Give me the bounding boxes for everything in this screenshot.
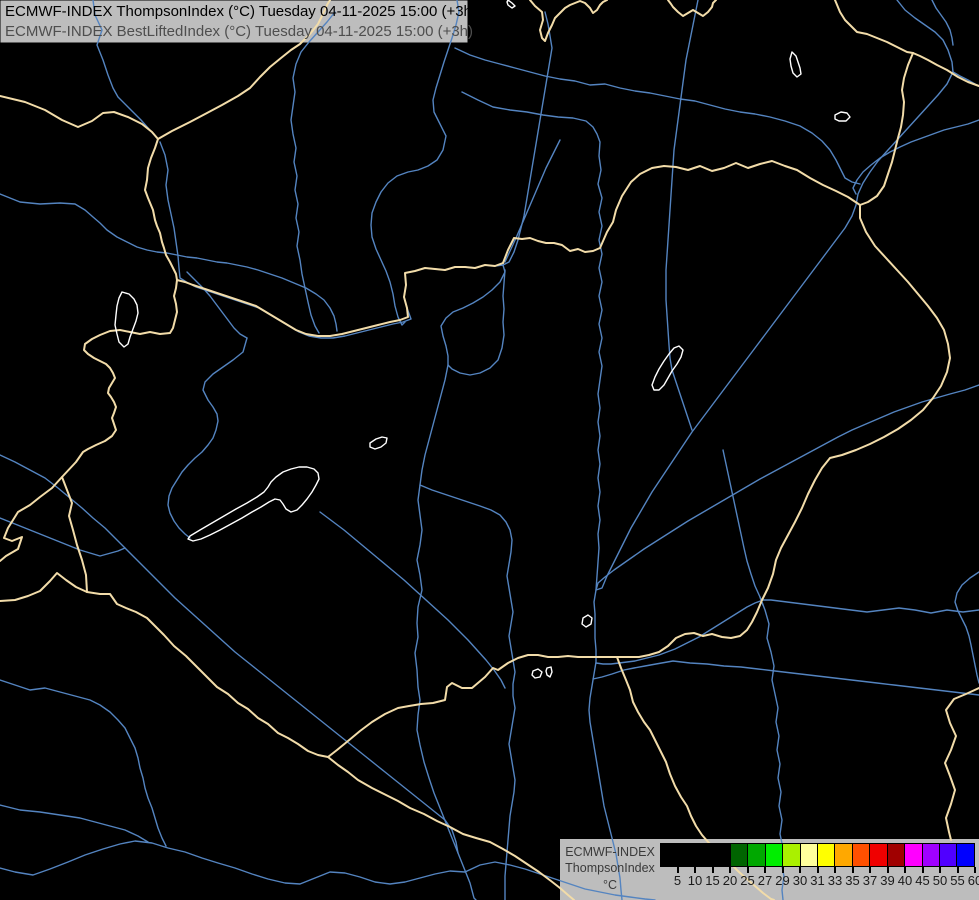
colorbar-cell-15 xyxy=(696,844,713,866)
colorbar-cell-40 xyxy=(888,844,905,866)
colorbar-label-60: 60 xyxy=(968,873,979,888)
colorbar-cell-27 xyxy=(748,844,765,866)
colorbar-label-15: 15 xyxy=(705,873,719,888)
map-title-line2: ECMWF-INDEX BestLiftedIndex (°C) Tuesday… xyxy=(5,23,473,40)
legend-colorbar-labels: 5 1015 2025 2729 3031 3335 3739 4045 5055 60 xyxy=(660,873,979,889)
map-title-line1: ECMWF-INDEX ThompsonIndex (°C) Tuesday 0… xyxy=(5,3,477,20)
colorbar-label-29: 29 xyxy=(775,873,789,888)
colorbar-cell-50 xyxy=(923,844,940,866)
colorbar-label-45: 45 xyxy=(915,873,929,888)
colorbar-label-40: 40 xyxy=(898,873,912,888)
colorbar-cell-55 xyxy=(940,844,957,866)
colorbar-label-10: 10 xyxy=(688,873,702,888)
map-canvas xyxy=(0,0,979,900)
colorbar-cell-60 xyxy=(957,844,973,866)
colorbar-label-37: 37 xyxy=(863,873,877,888)
colorbar-label-30: 30 xyxy=(793,873,807,888)
colorbar-cell-20 xyxy=(713,844,730,866)
colorbar-cell-30 xyxy=(783,844,800,866)
colorbar-label-20: 20 xyxy=(723,873,737,888)
colorbar-cell-5 xyxy=(661,844,678,866)
colorbar-label-39: 39 xyxy=(880,873,894,888)
colorbar-cell-10 xyxy=(678,844,695,866)
colorbar-label-35: 35 xyxy=(845,873,859,888)
legend-colorbar xyxy=(660,843,975,867)
colorbar-cell-45 xyxy=(905,844,922,866)
colorbar-label-55: 55 xyxy=(950,873,964,888)
colorbar-cell-33 xyxy=(818,844,835,866)
colorbar-label-5: 5 xyxy=(674,873,681,888)
weather-map-screenshot: ECMWF-INDEX ThompsonIndex (°C) Tuesday 0… xyxy=(0,0,979,900)
colorbar-label-50: 50 xyxy=(933,873,947,888)
colorbar-label-31: 31 xyxy=(810,873,824,888)
colorbar-cell-37 xyxy=(853,844,870,866)
map-background xyxy=(0,0,979,900)
colorbar-cell-25 xyxy=(731,844,748,866)
colorbar-label-25: 25 xyxy=(740,873,754,888)
legend-unit-label: °C xyxy=(560,878,660,892)
colorbar-label-33: 33 xyxy=(828,873,842,888)
legend-title-line1: ECMWF-INDEX xyxy=(560,845,660,859)
legend-title-line2: ThompsonIndex xyxy=(560,861,660,875)
colorbar-cell-31 xyxy=(801,844,818,866)
colorbar-cell-39 xyxy=(870,844,887,866)
colorbar-cell-35 xyxy=(835,844,852,866)
colorbar-cell-29 xyxy=(766,844,783,866)
colorbar-label-27: 27 xyxy=(758,873,772,888)
